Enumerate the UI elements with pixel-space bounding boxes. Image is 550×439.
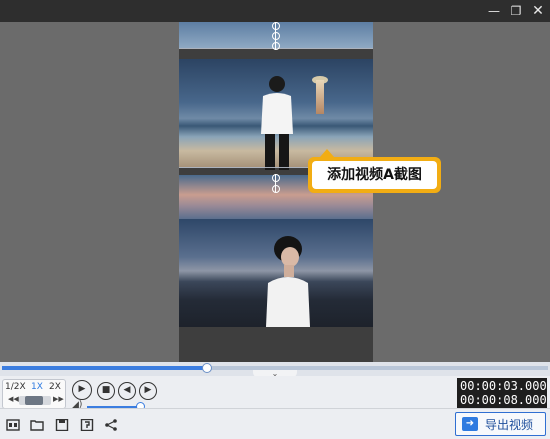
- player-controls: 1/2X 1X 2X ◀◀ ▶▶ ▶ ■ ◀ ▶ ◢) 00:00:03.000…: [0, 376, 550, 411]
- share-icon[interactable]: [104, 419, 118, 431]
- save-icon[interactable]: [55, 418, 69, 432]
- rewind-icon[interactable]: ◀◀: [8, 395, 19, 403]
- transform-handle[interactable]: [272, 174, 280, 182]
- close-icon[interactable]: ✕: [528, 0, 548, 22]
- speed-selector[interactable]: 1/2X 1X 2X ◀◀ ▶▶: [2, 379, 66, 409]
- transform-handle[interactable]: [272, 22, 280, 30]
- preview-stage: 添加视频A截图: [0, 22, 550, 362]
- callout-pointer: [320, 149, 334, 157]
- callout-text: 添加视频A截图: [312, 161, 437, 189]
- current-time: 00:00:03.000: [460, 379, 547, 393]
- export-icon: ➜: [462, 417, 478, 431]
- open-folder-icon[interactable]: [30, 419, 44, 431]
- restore-icon[interactable]: ❐: [506, 0, 526, 22]
- bottom-toolbar: ➜ 导出视频: [0, 408, 550, 439]
- play-icon: ▶: [78, 384, 86, 394]
- previous-frame-icon: ◀: [123, 385, 131, 395]
- speed-option-half[interactable]: 1/2X: [5, 382, 26, 392]
- next-frame-button[interactable]: ▶: [139, 382, 157, 400]
- speed-option-normal[interactable]: 1X: [31, 382, 43, 392]
- man-figure: [261, 76, 293, 170]
- minimize-icon[interactable]: —: [484, 0, 504, 22]
- transform-handle[interactable]: [272, 185, 280, 193]
- speed-slider[interactable]: [19, 396, 51, 405]
- time-display: 00:00:03.000 00:00:08.000: [457, 378, 547, 408]
- subtitle-icon[interactable]: [6, 419, 20, 431]
- play-button[interactable]: ▶: [72, 380, 92, 400]
- previous-frame-button[interactable]: ◀: [118, 382, 136, 400]
- total-time: 00:00:08.000: [460, 393, 547, 407]
- callout-label: 添加视频A截图: [308, 149, 441, 193]
- boy-figure: [266, 236, 310, 327]
- progress-fill: [2, 366, 207, 370]
- transform-handle[interactable]: [272, 42, 280, 50]
- fast-forward-icon[interactable]: ▶▶: [53, 395, 64, 403]
- lighthouse: [316, 80, 324, 114]
- save-as-icon[interactable]: [80, 418, 94, 432]
- stop-button[interactable]: ■: [97, 382, 115, 400]
- progress-knob[interactable]: [201, 363, 212, 373]
- speed-slider-thumb[interactable]: [25, 396, 43, 405]
- next-frame-icon: ▶: [144, 385, 152, 395]
- title-bar: — ❐ ✕: [0, 0, 550, 22]
- export-label: 导出视频: [485, 418, 534, 432]
- stop-icon: ■: [101, 385, 111, 395]
- speed-option-double[interactable]: 2X: [49, 382, 61, 392]
- export-video-button[interactable]: ➜ 导出视频: [455, 412, 546, 436]
- transform-handle[interactable]: [272, 32, 280, 40]
